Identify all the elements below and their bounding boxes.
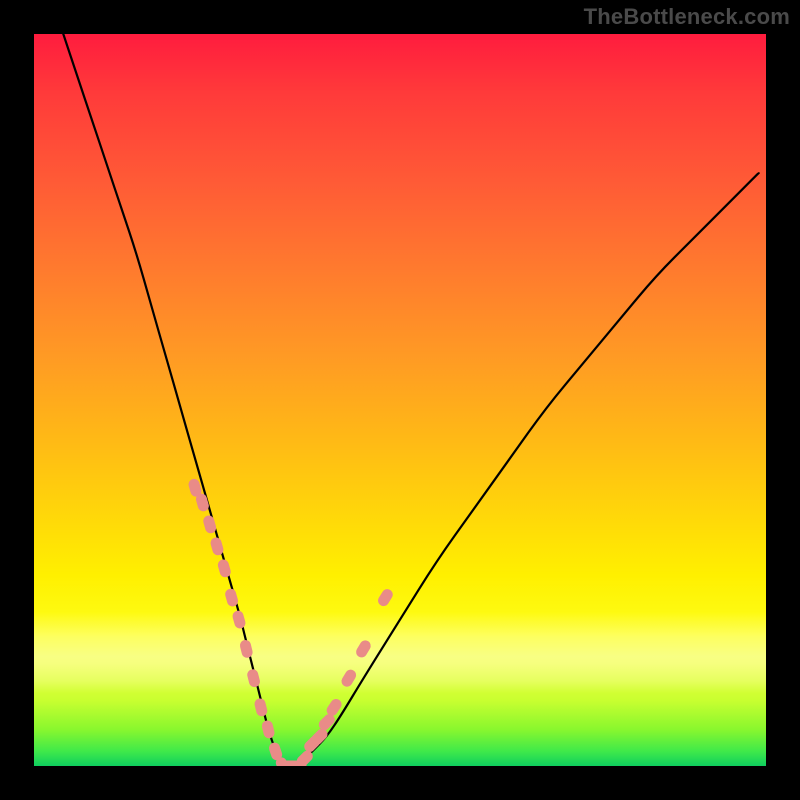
marker-pill (261, 719, 276, 739)
curve-svg (34, 34, 766, 766)
bottleneck-curve-path (63, 34, 758, 766)
marker-cluster-group (187, 478, 395, 766)
marker-pill (246, 668, 261, 688)
marker-pill (231, 609, 247, 629)
marker-pill (217, 558, 233, 578)
marker-pill (376, 587, 395, 608)
chart-frame: TheBottleneck.com (0, 0, 800, 800)
marker-pill (239, 639, 254, 659)
marker-pill (354, 638, 373, 659)
watermark-text: TheBottleneck.com (584, 4, 790, 30)
marker-pill (339, 668, 358, 689)
marker-pill (253, 697, 268, 717)
plot-area (34, 34, 766, 766)
